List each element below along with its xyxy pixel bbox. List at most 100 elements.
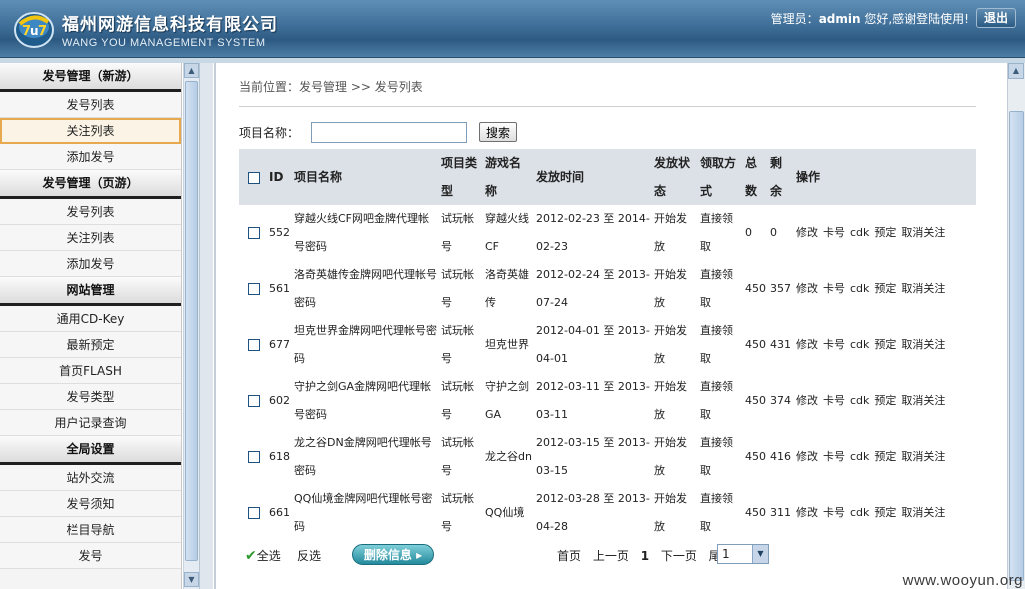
row-op-0[interactable]: 修改 [796, 394, 818, 407]
sidebar-section-site[interactable]: 网站管理 [0, 277, 181, 306]
cell-ops: 修改 卡号 cdk 预定 取消关注 [794, 261, 976, 317]
cell-type: 试玩帐号 [441, 212, 474, 253]
select-all-label: 全选 [256, 549, 281, 563]
cell-name: 坦克世界金牌网吧代理帐号密码 [294, 324, 437, 365]
row-checkbox[interactable] [248, 339, 260, 351]
row-checkbox[interactable] [248, 283, 260, 295]
main-scroll-up-icon[interactable]: ▲ [1008, 63, 1024, 79]
main-scrollbar[interactable]: ▲ [1007, 63, 1025, 589]
search-input[interactable] [311, 121, 468, 143]
sidebar-section-newgame[interactable]: 发号管理（新游） [0, 63, 181, 92]
sidebar-item-nav[interactable]: 栏目导航 [0, 517, 181, 543]
row-op-3[interactable]: 预定 [874, 338, 896, 351]
pager-first[interactable]: 首页 [557, 549, 581, 563]
cell-name: 洛奇英雄传金牌网吧代理帐号密码 [294, 268, 437, 309]
sidebar-item-issue-list[interactable]: 发号列表 [0, 92, 181, 118]
cell-method: 直接领取 [700, 268, 733, 309]
row-op-4[interactable]: 取消关注 [901, 394, 945, 407]
row-op-3[interactable]: 预定 [874, 226, 896, 239]
row-op-4[interactable]: 取消关注 [901, 450, 945, 463]
table-row: 602 守护之剑GA金牌网吧代理帐号密码 试玩帐号 守护之剑GA 2012-03-11 … [239, 373, 976, 429]
row-op-2[interactable]: cdk [850, 226, 869, 239]
cell-type: 试玩帐号 [441, 436, 474, 477]
sidebar-item-reserve[interactable]: 最新预定 [0, 332, 181, 358]
row-op-1[interactable]: 卡号 [823, 282, 845, 295]
row-op-4[interactable]: 取消关注 [901, 506, 945, 519]
invert-select-link[interactable]: 反选 [297, 547, 321, 564]
select-all-checkbox[interactable] [248, 171, 260, 184]
delete-button[interactable]: 删除信息 ▸ [352, 544, 434, 565]
row-op-1[interactable]: 卡号 [823, 338, 845, 351]
row-op-1[interactable]: 卡号 [823, 394, 845, 407]
search-button[interactable]: 搜索 [479, 122, 518, 142]
select-all-link[interactable]: ✔全选 [245, 547, 281, 564]
row-op-2[interactable]: cdk [850, 338, 869, 351]
logout-button[interactable]: 退出 [976, 8, 1016, 28]
cell-remain: 374 [770, 394, 791, 407]
col-time: 发放时间 [534, 149, 652, 205]
cell-time: 2012-04-01 至 2013-04-01 [536, 324, 650, 365]
row-op-0[interactable]: 修改 [796, 282, 818, 295]
company-logo-icon: 7 u 7 [14, 12, 54, 48]
svg-text:7: 7 [38, 24, 47, 39]
row-checkbox[interactable] [248, 395, 260, 407]
row-checkbox[interactable] [248, 507, 260, 519]
scroll-down-icon[interactable]: ▼ [184, 572, 199, 587]
sidebar-item-notice[interactable]: 发号须知 [0, 491, 181, 517]
sidebar-item-webgame-follow-list[interactable]: 关注列表 [0, 225, 181, 251]
chevron-down-icon[interactable]: ▼ [752, 545, 768, 563]
table-row: 561 洛奇英雄传金牌网吧代理帐号密码 试玩帐号 洛奇英雄传 2012-02-24 至 … [239, 261, 976, 317]
page-select[interactable]: 1 ▼ [717, 544, 769, 564]
cell-remain: 311 [770, 506, 791, 519]
row-op-3[interactable]: 预定 [874, 282, 896, 295]
divider [239, 106, 976, 107]
row-op-3[interactable]: 预定 [874, 394, 896, 407]
main-scroll-thumb[interactable] [1009, 111, 1024, 581]
row-op-2[interactable]: cdk [850, 282, 869, 295]
pager-prev[interactable]: 上一页 [593, 549, 629, 563]
sidebar-item-flash[interactable]: 首页FLASH [0, 358, 181, 384]
search-label: 项目名称： [239, 125, 300, 140]
sidebar-item-issue[interactable]: 发号 [0, 543, 181, 569]
sidebar-item-user-records[interactable]: 用户记录查询 [0, 410, 181, 436]
row-op-0[interactable]: 修改 [796, 506, 818, 519]
col-game: 游戏名称 [483, 149, 534, 205]
row-checkbox[interactable] [248, 227, 260, 239]
row-op-4[interactable]: 取消关注 [901, 338, 945, 351]
row-op-4[interactable]: 取消关注 [901, 282, 945, 295]
checkmark-icon: ✔ [245, 548, 257, 564]
sidebar-item-add-issue[interactable]: 添加发号 [0, 144, 181, 170]
admin-prefix: 管理员： [770, 12, 819, 26]
row-op-3[interactable]: 预定 [874, 506, 896, 519]
scroll-up-icon[interactable]: ▲ [184, 63, 199, 78]
row-op-0[interactable]: 修改 [796, 226, 818, 239]
row-op-2[interactable]: cdk [850, 506, 869, 519]
row-checkbox[interactable] [248, 451, 260, 463]
pager-current: 1 [640, 549, 650, 563]
cell-select [239, 429, 267, 485]
pager-next[interactable]: 下一页 [661, 549, 697, 563]
site-title: 福州网游信息科技有限公司 [62, 15, 278, 35]
row-op-4[interactable]: 取消关注 [901, 226, 945, 239]
row-op-0[interactable]: 修改 [796, 338, 818, 351]
sidebar-section-global[interactable]: 全局设置 [0, 436, 181, 465]
sidebar-scroll-thumb[interactable] [185, 81, 198, 561]
sidebar-scrollbar[interactable]: ▲ ▼ [183, 63, 199, 589]
row-op-1[interactable]: 卡号 [823, 506, 845, 519]
cell-id: 661 [269, 506, 290, 519]
row-op-0[interactable]: 修改 [796, 450, 818, 463]
sidebar-item-external[interactable]: 站外交流 [0, 465, 181, 491]
sidebar-item-webgame-add-issue[interactable]: 添加发号 [0, 251, 181, 277]
cell-type: 试玩帐号 [441, 492, 474, 533]
row-op-1[interactable]: 卡号 [823, 226, 845, 239]
sidebar-item-cdkey[interactable]: 通用CD-Key [0, 306, 181, 332]
sidebar-section-webgame[interactable]: 发号管理（页游） [0, 170, 181, 199]
sidebar-item-follow-list[interactable]: 关注列表 [0, 118, 181, 144]
sidebar-item-issue-type[interactable]: 发号类型 [0, 384, 181, 410]
cell-time: 2012-03-28 至 2013-04-28 [536, 492, 650, 533]
row-op-3[interactable]: 预定 [874, 450, 896, 463]
row-op-2[interactable]: cdk [850, 394, 869, 407]
row-op-1[interactable]: 卡号 [823, 450, 845, 463]
sidebar-item-webgame-issue-list[interactable]: 发号列表 [0, 199, 181, 225]
row-op-2[interactable]: cdk [850, 450, 869, 463]
